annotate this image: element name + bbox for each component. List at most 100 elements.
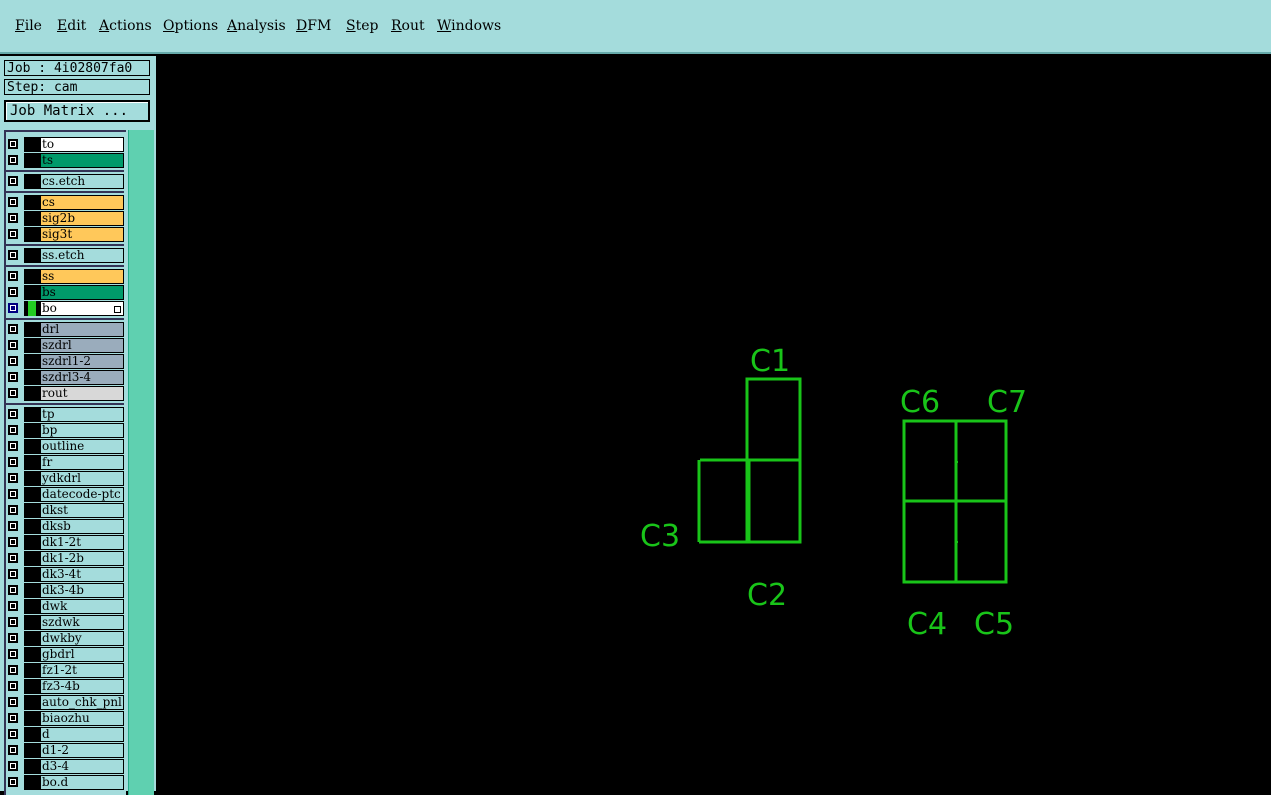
layer-row-bp[interactable]: bp xyxy=(6,423,124,438)
layer-display-swatch[interactable] xyxy=(24,338,40,353)
layer-display-swatch[interactable] xyxy=(24,301,40,316)
layer-checkbox[interactable] xyxy=(8,457,18,467)
layer-display-swatch[interactable] xyxy=(24,174,40,189)
layer-checkbox[interactable] xyxy=(8,713,18,723)
layer-list-scrollbar[interactable] xyxy=(128,130,154,795)
layer-checkbox[interactable] xyxy=(8,229,18,239)
layer-display-swatch[interactable] xyxy=(24,407,40,422)
layer-checkbox[interactable] xyxy=(8,649,18,659)
layer-display-swatch[interactable] xyxy=(24,647,40,662)
layer-row-dk3-4b[interactable]: dk3-4b xyxy=(6,583,124,598)
layer-name[interactable]: d3-4 xyxy=(40,759,124,774)
layer-name[interactable]: fz1-2t xyxy=(40,663,124,678)
layer-row-dk1-2t[interactable]: dk1-2t xyxy=(6,535,124,550)
layer-checkbox[interactable] xyxy=(8,601,18,611)
layer-display-swatch[interactable] xyxy=(24,370,40,385)
layer-display-swatch[interactable] xyxy=(24,285,40,300)
layer-display-swatch[interactable] xyxy=(24,153,40,168)
layer-name[interactable]: dwk xyxy=(40,599,124,614)
layer-row-fz3-4b[interactable]: fz3-4b xyxy=(6,679,124,694)
menu-windows[interactable]: Windows xyxy=(437,18,501,34)
layer-row-szdrl1-2[interactable]: szdrl1-2 xyxy=(6,354,124,369)
menu-dfm[interactable]: DFM xyxy=(296,18,331,34)
layer-checkbox[interactable] xyxy=(8,176,18,186)
layer-name[interactable]: biaozhu xyxy=(40,711,124,726)
layer-checkbox[interactable] xyxy=(8,697,18,707)
menu-file[interactable]: File xyxy=(15,18,42,34)
layer-row-biaozhu[interactable]: biaozhu xyxy=(6,711,124,726)
layer-row-dwkby[interactable]: dwkby xyxy=(6,631,124,646)
layer-display-swatch[interactable] xyxy=(24,503,40,518)
layer-display-swatch[interactable] xyxy=(24,583,40,598)
layer-name[interactable]: bo xyxy=(40,301,124,316)
layer-name[interactable]: d xyxy=(40,727,124,742)
layer-checkbox[interactable] xyxy=(8,537,18,547)
layer-checkbox[interactable] xyxy=(8,745,18,755)
layer-display-swatch[interactable] xyxy=(24,471,40,486)
layer-display-swatch[interactable] xyxy=(24,615,40,630)
layer-row-outline[interactable]: outline xyxy=(6,439,124,454)
layer-display-swatch[interactable] xyxy=(24,567,40,582)
layer-row-cs[interactable]: cs xyxy=(6,195,124,210)
layer-name[interactable]: drl xyxy=(40,322,124,337)
layer-name[interactable]: tp xyxy=(40,407,124,422)
layer-checkbox[interactable] xyxy=(8,489,18,499)
layer-display-swatch[interactable] xyxy=(24,386,40,401)
layer-name[interactable]: fz3-4b xyxy=(40,679,124,694)
menu-step[interactable]: Step xyxy=(346,18,378,34)
layer-checkbox[interactable] xyxy=(8,372,18,382)
layer-checkbox[interactable] xyxy=(8,340,18,350)
layer-display-swatch[interactable] xyxy=(24,743,40,758)
layer-row-tp[interactable]: tp xyxy=(6,407,124,422)
layer-name[interactable]: dk3-4t xyxy=(40,567,124,582)
layer-display-swatch[interactable] xyxy=(24,211,40,226)
layer-display-swatch[interactable] xyxy=(24,423,40,438)
layer-display-swatch[interactable] xyxy=(24,711,40,726)
layer-display-swatch[interactable] xyxy=(24,775,40,790)
layer-display-swatch[interactable] xyxy=(24,535,40,550)
layer-checkbox[interactable] xyxy=(8,287,18,297)
layer-checkbox[interactable] xyxy=(8,633,18,643)
layer-row-sig3t[interactable]: sig3t xyxy=(6,227,124,242)
layer-row-szdrl3-4[interactable]: szdrl3-4 xyxy=(6,370,124,385)
layer-checkbox[interactable] xyxy=(8,303,18,313)
layer-checkbox[interactable] xyxy=(8,213,18,223)
layer-row-ts[interactable]: ts xyxy=(6,153,124,168)
layer-name[interactable]: ss.etch xyxy=(40,248,124,263)
layer-checkbox[interactable] xyxy=(8,197,18,207)
layer-checkbox[interactable] xyxy=(8,553,18,563)
layer-name[interactable]: szdrl3-4 xyxy=(40,370,124,385)
menu-edit[interactable]: Edit xyxy=(57,18,86,34)
layer-row-bo.d[interactable]: bo.d xyxy=(6,775,124,790)
layer-checkbox[interactable] xyxy=(8,271,18,281)
layer-checkbox[interactable] xyxy=(8,250,18,260)
layer-display-swatch[interactable] xyxy=(24,631,40,646)
layer-name[interactable]: dkst xyxy=(40,503,124,518)
layer-row-ss[interactable]: ss xyxy=(6,269,124,284)
layer-row-dwk[interactable]: dwk xyxy=(6,599,124,614)
layer-checkbox[interactable] xyxy=(8,324,18,334)
layer-name[interactable]: szdrl1-2 xyxy=(40,354,124,369)
layer-row-rout[interactable]: rout xyxy=(6,386,124,401)
layer-name[interactable]: to xyxy=(40,137,124,152)
layer-name[interactable]: cs.etch xyxy=(40,174,124,189)
layer-display-swatch[interactable] xyxy=(24,455,40,470)
layer-name[interactable]: cs xyxy=(40,195,124,210)
layer-row-d[interactable]: d xyxy=(6,727,124,742)
layer-display-swatch[interactable] xyxy=(24,519,40,534)
layer-row-drl[interactable]: drl xyxy=(6,322,124,337)
layer-checkbox[interactable] xyxy=(8,139,18,149)
layer-display-swatch[interactable] xyxy=(24,269,40,284)
layer-name[interactable]: sig3t xyxy=(40,227,124,242)
layer-name[interactable]: dksb xyxy=(40,519,124,534)
layer-display-swatch[interactable] xyxy=(24,354,40,369)
layer-checkbox[interactable] xyxy=(8,388,18,398)
layer-checkbox[interactable] xyxy=(8,569,18,579)
layer-row-szdwk[interactable]: szdwk xyxy=(6,615,124,630)
layer-name[interactable]: bo.d xyxy=(40,775,124,790)
layer-name[interactable]: fr xyxy=(40,455,124,470)
layer-name[interactable]: dwkby xyxy=(40,631,124,646)
layer-checkbox[interactable] xyxy=(8,617,18,627)
layer-checkbox[interactable] xyxy=(8,585,18,595)
layer-display-swatch[interactable] xyxy=(24,137,40,152)
